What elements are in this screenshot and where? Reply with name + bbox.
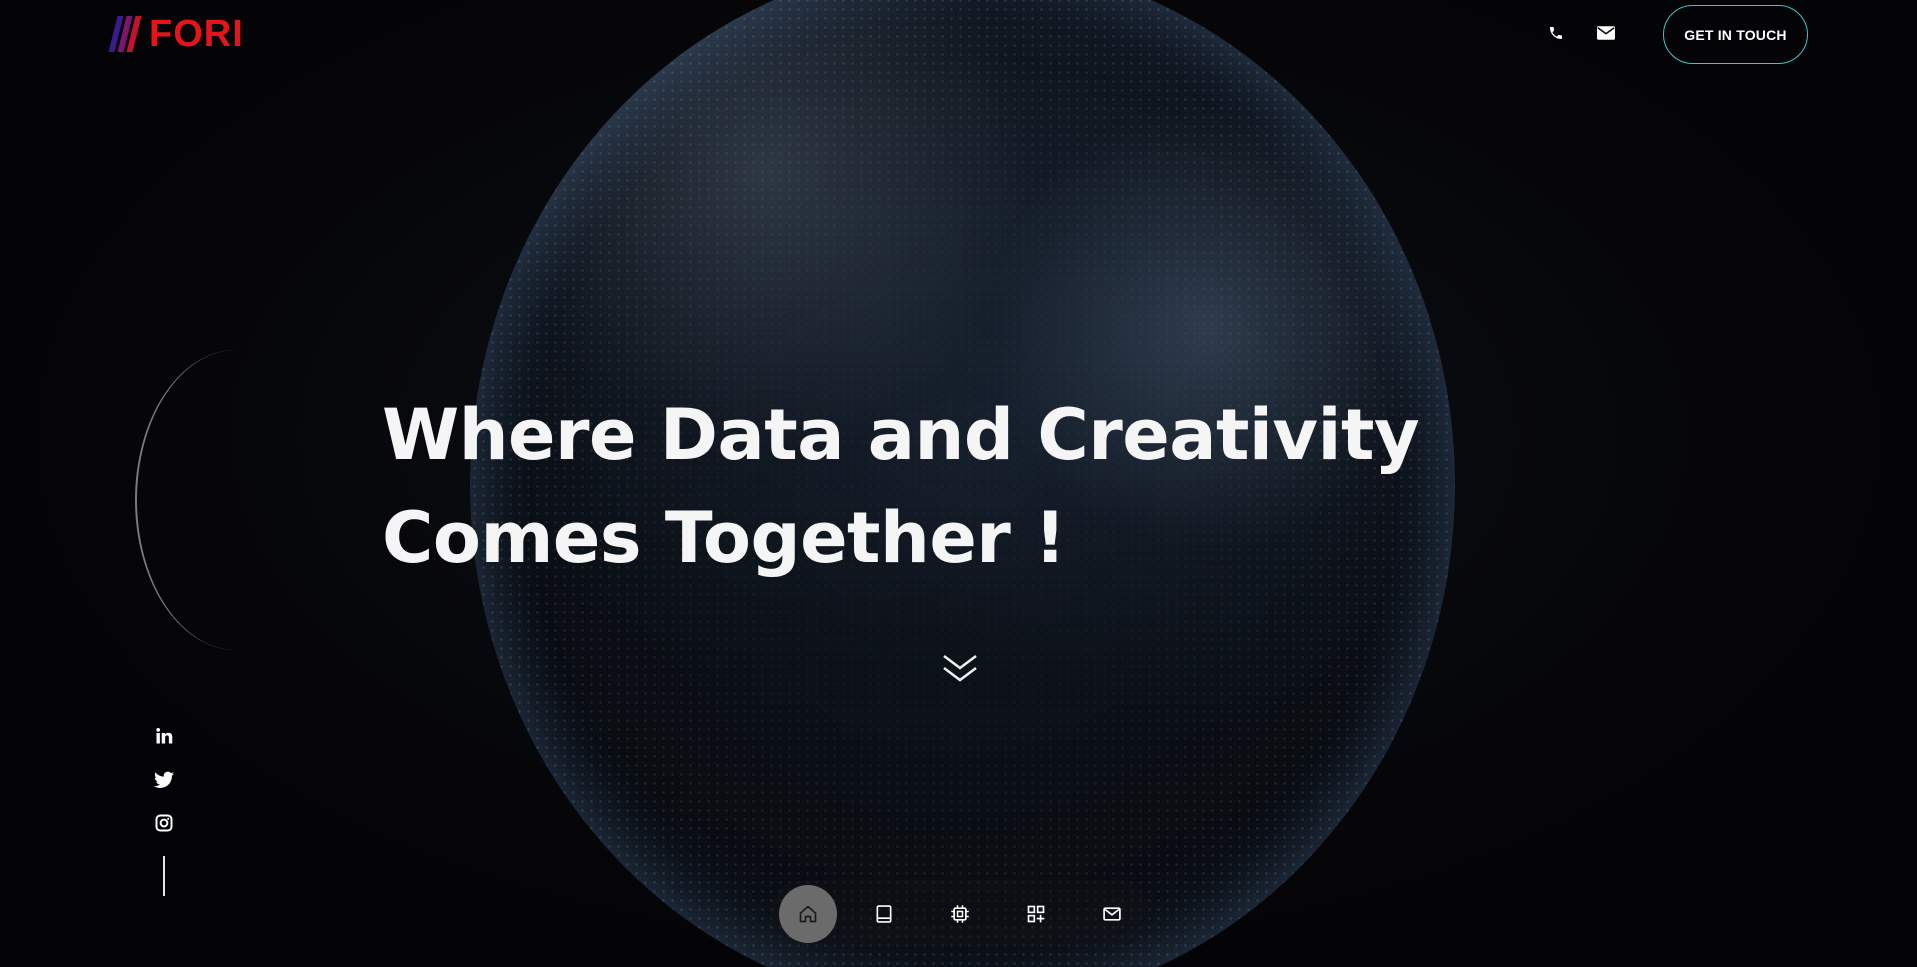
phone-icon[interactable] xyxy=(1545,22,1567,44)
nav-home[interactable] xyxy=(779,885,837,943)
instagram-icon[interactable] xyxy=(152,811,176,835)
page: FORI GET IN TOUCH Where Data and Creativ… xyxy=(0,0,1917,967)
get-in-touch-button[interactable]: GET IN TOUCH xyxy=(1663,5,1808,64)
nav-mail[interactable] xyxy=(1083,885,1141,943)
book-icon xyxy=(874,904,894,924)
social-divider-line xyxy=(163,856,165,896)
hero-title: Where Data and Creativity Comes Together… xyxy=(382,394,1420,579)
nav-book[interactable] xyxy=(855,885,913,943)
twitter-icon[interactable] xyxy=(152,768,176,792)
logo-mark-icon xyxy=(108,16,152,52)
nav-grid[interactable] xyxy=(1007,885,1065,943)
home-icon xyxy=(798,904,818,924)
linkedin-icon[interactable] xyxy=(152,724,176,748)
double-chevron-down-icon[interactable] xyxy=(940,652,980,688)
email-icon[interactable] xyxy=(1595,22,1617,44)
decorative-arc xyxy=(135,350,337,650)
chip-icon xyxy=(950,904,970,924)
logo-text: FORI xyxy=(149,13,244,55)
logo[interactable]: FORI xyxy=(108,13,244,55)
mail-icon xyxy=(1102,904,1122,924)
grid-plus-icon xyxy=(1026,904,1046,924)
nav-chip[interactable] xyxy=(931,885,989,943)
